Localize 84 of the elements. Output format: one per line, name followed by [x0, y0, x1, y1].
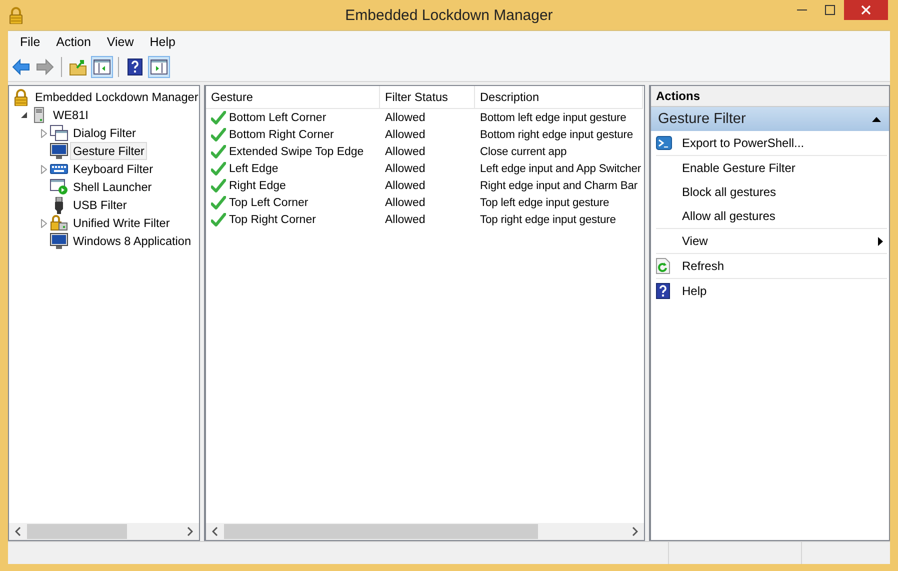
tree-item[interactable]: Gesture Filter [70, 142, 148, 160]
table-cell: Right edge input and Charm Bar [480, 180, 638, 192]
refresh-icon [656, 258, 670, 274]
help-icon [126, 58, 144, 76]
table-cell: Left edge input and App Switcher [480, 162, 642, 174]
terminal-icon [656, 136, 672, 150]
monitor-icon [50, 233, 68, 249]
tree-item[interactable]: Embedded Lockdown Manager [32, 88, 202, 106]
collapse-arrow-icon[interactable] [872, 116, 881, 122]
pane-command[interactable]: Block all gestures [682, 185, 776, 199]
scrollbar-thumb[interactable] [27, 524, 128, 539]
table-cell: Top left edge input gesture [480, 196, 610, 208]
menu-item[interactable]: View [98, 35, 142, 49]
tree-item[interactable]: Windows 8 Application [70, 232, 194, 250]
pane-command[interactable]: Help [682, 284, 707, 298]
table-cell: Close current app [480, 146, 567, 158]
expanded-arrow-icon[interactable] [21, 112, 27, 118]
close-button[interactable] [844, 0, 888, 20]
table-cell: Bottom right edge input gesture [480, 128, 634, 140]
table-cell: Allowed [385, 214, 426, 226]
lock-icon [13, 88, 29, 106]
pane-toggle-icon [93, 58, 111, 76]
tree-item[interactable]: Dialog Filter [70, 124, 139, 142]
tree-item[interactable]: Unified Write Filter [70, 214, 173, 232]
usb-plug-icon [54, 196, 64, 214]
window-play-icon [50, 179, 68, 195]
close-icon [861, 5, 871, 15]
table-cell: Top right edge input gesture [480, 214, 616, 226]
table-cell: Allowed [385, 112, 426, 124]
scroll-right-icon[interactable] [187, 527, 193, 536]
column-header[interactable]: Description [475, 86, 643, 109]
table-cell: Allowed [385, 146, 426, 158]
pane-command[interactable]: View [682, 234, 708, 248]
folder-arrow-icon [69, 58, 87, 76]
tree-item[interactable]: Keyboard Filter [70, 160, 156, 178]
table-cell: Allowed [385, 162, 426, 174]
tree-item[interactable]: WE81I [50, 106, 92, 124]
gesture-name[interactable]: Left Edge [229, 162, 278, 174]
gesture-name[interactable]: Top Right Corner [229, 214, 316, 226]
menu-item[interactable]: Action [48, 35, 99, 49]
pane-toggle-icon [150, 58, 168, 76]
column-header[interactable]: Filter Status [380, 86, 475, 109]
pane-command[interactable]: Enable Gesture Filter [682, 161, 796, 175]
scroll-right-icon[interactable] [632, 527, 638, 536]
submenu-arrow-icon[interactable] [878, 236, 883, 246]
help-icon [656, 283, 670, 299]
section-header[interactable]: Gesture Filter [651, 107, 889, 131]
computer-tower-icon [34, 107, 44, 123]
monitor-icon [50, 143, 68, 159]
collapsed-arrow-icon[interactable] [41, 218, 47, 228]
minimize-icon [797, 9, 807, 11]
scroll-left-icon[interactable] [212, 527, 218, 536]
gesture-name[interactable]: Right Edge [229, 180, 286, 192]
table-cell: Allowed [385, 180, 426, 192]
pane-command[interactable]: Refresh [682, 259, 724, 273]
pane-command[interactable]: Export to PowerShell... [682, 136, 804, 150]
pane-command[interactable]: Allow all gestures [682, 209, 776, 223]
gesture-name[interactable]: Top Left Corner [229, 196, 308, 208]
scrollbar-thumb[interactable] [224, 524, 538, 539]
gesture-name[interactable]: Bottom Right Corner [229, 128, 334, 140]
back-arrow-icon [12, 58, 30, 76]
scroll-left-icon[interactable] [15, 527, 21, 536]
tree-item[interactable]: Shell Launcher [70, 178, 155, 196]
menu-item[interactable]: File [12, 35, 48, 49]
maximize-icon [825, 5, 835, 15]
table-cell: Bottom left edge input gesture [480, 112, 626, 124]
collapsed-arrow-icon[interactable] [41, 164, 47, 174]
pane-title: Actions [656, 89, 700, 103]
gesture-name[interactable]: Extended Swipe Top Edge [229, 146, 364, 158]
collapsed-arrow-icon[interactable] [41, 128, 47, 138]
forward-arrow-icon [36, 58, 54, 76]
toolbar-button[interactable] [148, 56, 170, 78]
menu-item[interactable]: Help [142, 35, 184, 49]
keyboard-icon [50, 163, 68, 175]
table-cell: Allowed [385, 128, 426, 140]
lock-drive-icon [50, 215, 68, 231]
gesture-name[interactable]: Bottom Left Corner [229, 112, 326, 124]
tree-item[interactable]: USB Filter [70, 196, 130, 214]
window-icon [50, 125, 68, 141]
lock-icon [8, 6, 24, 24]
table-cell: Allowed [385, 196, 426, 208]
column-header[interactable]: Gesture [206, 86, 380, 109]
window-title: Embedded Lockdown Manager [345, 6, 553, 24]
toolbar-button[interactable] [91, 56, 113, 78]
